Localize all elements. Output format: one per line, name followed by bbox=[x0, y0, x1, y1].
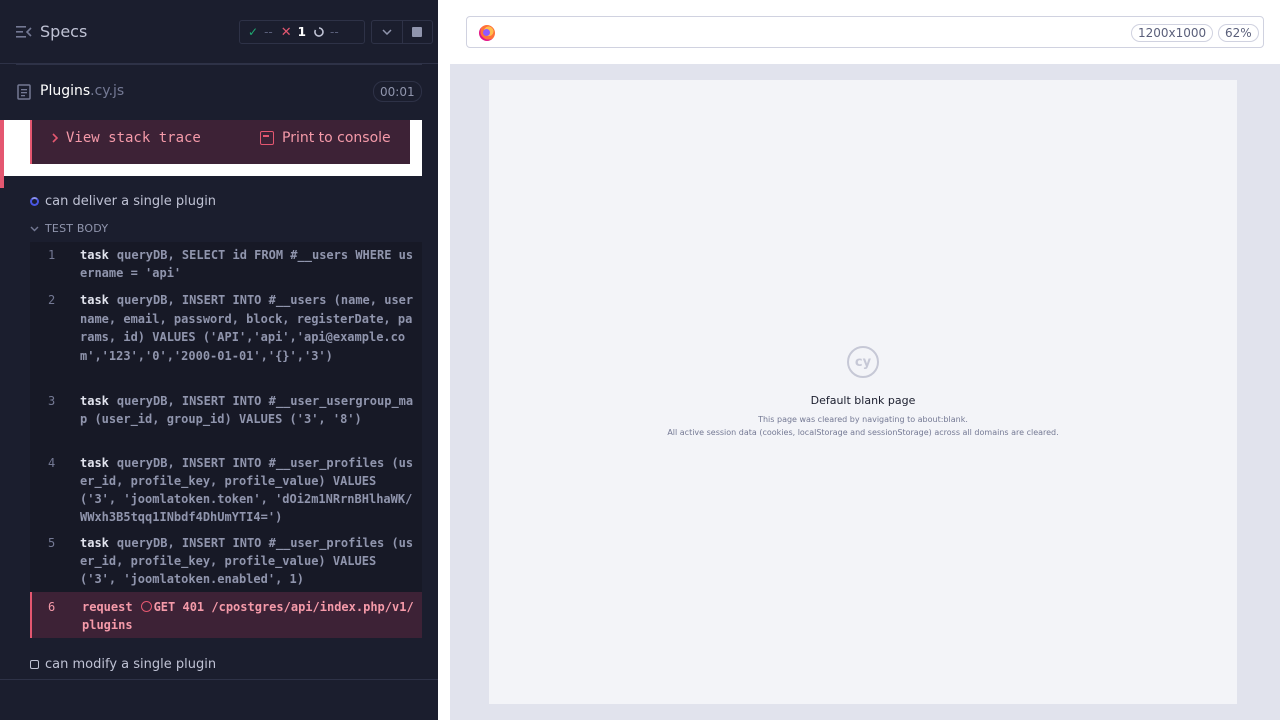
spec-name-base: Plugins bbox=[40, 83, 91, 99]
command-body: task queryDB, INSERT INTO #__user_profile… bbox=[80, 534, 414, 588]
stop-icon bbox=[412, 27, 423, 37]
document-icon bbox=[17, 84, 31, 100]
chevron-down-icon bbox=[30, 226, 39, 231]
command-message: queryDB, INSERT INTO #__users (name, use… bbox=[80, 293, 414, 363]
specs-label: Specs bbox=[40, 22, 88, 41]
aut-iframe: cy Default blank page This page was clea… bbox=[489, 80, 1237, 704]
command-body: task queryDB, INSERT INTO #__user_usergro… bbox=[80, 392, 414, 446]
failed-count: 1 bbox=[297, 25, 306, 39]
check-icon: ✓ bbox=[248, 25, 259, 39]
command-number: 3 bbox=[48, 394, 56, 408]
command-message: queryDB, INSERT INTO #__user_profiles (u… bbox=[80, 456, 414, 524]
command-row[interactable]: 1 task queryDB, SELECT id FROM #__users W… bbox=[30, 242, 422, 287]
cypress-logo-icon: cy bbox=[847, 346, 879, 378]
pending-count: -- bbox=[330, 25, 339, 39]
test-title-text: can modify a single plugin bbox=[45, 657, 217, 672]
chevron-right-icon bbox=[52, 133, 58, 143]
command-body: task queryDB, INSERT INTO #__user_profile… bbox=[80, 454, 414, 526]
blank-page-line: This page was cleared by navigating to a… bbox=[758, 415, 968, 424]
stack-trace-label: View stack trace bbox=[66, 130, 201, 146]
spinner-icon bbox=[314, 27, 324, 37]
command-row[interactable]: 2 task queryDB, INSERT INTO #__users (nam… bbox=[30, 287, 422, 388]
command-body: task queryDB, SELECT id FROM #__users WHE… bbox=[80, 246, 414, 283]
test-title-pending[interactable]: can modify a single plugin bbox=[30, 657, 216, 672]
passed-stat: ✓ -- bbox=[248, 25, 273, 39]
test-body-toggle[interactable]: TEST BODY bbox=[30, 222, 108, 235]
command-number: 6 bbox=[48, 600, 56, 614]
resize-handle[interactable] bbox=[438, 0, 450, 720]
specs-toggle-button[interactable]: Specs bbox=[16, 22, 87, 41]
command-name: task bbox=[80, 293, 109, 307]
reporter-header: Specs ✓ -- ✕ 1 -- bbox=[0, 0, 438, 64]
test-title-running[interactable]: can deliver a single plugin bbox=[30, 194, 216, 209]
command-message: queryDB, INSERT INTO #__user_profiles (u… bbox=[80, 536, 414, 586]
test-title-text: can deliver a single plugin bbox=[45, 194, 217, 209]
command-name: task bbox=[80, 248, 109, 262]
stop-button[interactable] bbox=[401, 21, 432, 43]
command-row[interactable]: 5 task queryDB, INSERT INTO #__user_profi… bbox=[30, 530, 422, 592]
command-name: task bbox=[80, 536, 109, 550]
running-icon bbox=[30, 197, 39, 206]
command-row-failed[interactable]: 6 request GET 401 /cpostgres/api/index.ph… bbox=[30, 592, 422, 638]
command-name: task bbox=[80, 456, 109, 470]
reporter-panel: Specs ✓ -- ✕ 1 -- Plugins.cy.js 00:01 Vi… bbox=[0, 0, 438, 720]
divider bbox=[16, 64, 422, 65]
error-actions: View stack trace Print to console bbox=[30, 120, 410, 164]
x-icon: ✕ bbox=[280, 24, 292, 40]
command-body: request GET 401 /cpostgres/api/index.php/… bbox=[82, 598, 414, 634]
command-row[interactable]: 4 task queryDB, INSERT INTO #__user_profi… bbox=[30, 450, 422, 530]
spec-name-ext: .cy.js bbox=[90, 83, 125, 99]
blank-page-line: All active session data (cookies, localS… bbox=[667, 428, 1059, 437]
command-number: 4 bbox=[48, 456, 56, 470]
expand-button[interactable] bbox=[372, 21, 402, 43]
command-message: queryDB, SELECT id FROM #__users WHERE u… bbox=[80, 248, 414, 280]
run-controls bbox=[371, 20, 433, 44]
command-number: 2 bbox=[48, 293, 56, 307]
error-indicator bbox=[0, 120, 4, 188]
divider bbox=[0, 679, 438, 680]
command-body: task queryDB, INSERT INTO #__users (name,… bbox=[80, 291, 414, 384]
test-body-label: TEST BODY bbox=[45, 222, 109, 235]
command-name: request bbox=[82, 600, 133, 614]
failed-stat: ✕ 1 bbox=[281, 25, 306, 40]
chevron-down-icon bbox=[382, 29, 392, 35]
zoom-badge[interactable]: 62% bbox=[1218, 24, 1259, 42]
command-row[interactable]: 3 task queryDB, INSERT INTO #__user_userg… bbox=[30, 388, 422, 450]
console-icon bbox=[260, 131, 274, 145]
app-under-test-panel: 1200x1000 62% cy Default blank page This… bbox=[450, 0, 1280, 720]
test-stats: ✓ -- ✕ 1 -- bbox=[239, 20, 365, 44]
command-message: queryDB, INSERT INTO #__user_usergroup_m… bbox=[80, 394, 414, 426]
command-number: 5 bbox=[48, 536, 56, 550]
aut-header: 1200x1000 62% bbox=[450, 0, 1280, 64]
print-console-label: Print to console bbox=[282, 130, 391, 146]
pending-stat: -- bbox=[314, 25, 339, 39]
passed-count: -- bbox=[264, 25, 273, 39]
pending-icon bbox=[30, 660, 39, 669]
blank-page-title: Default blank page bbox=[810, 394, 916, 407]
view-stack-trace-button[interactable]: View stack trace bbox=[52, 130, 201, 146]
failed-request-icon bbox=[140, 601, 152, 612]
spec-file-name: Plugins.cy.js bbox=[40, 83, 124, 99]
command-name: task bbox=[80, 394, 109, 408]
command-number: 1 bbox=[48, 248, 56, 262]
viewport-size-badge[interactable]: 1200x1000 bbox=[1131, 24, 1214, 42]
command-log: 1 task queryDB, SELECT id FROM #__users W… bbox=[30, 242, 422, 638]
menu-collapse-icon bbox=[16, 25, 32, 38]
firefox-icon[interactable] bbox=[479, 25, 495, 41]
url-bar[interactable]: 1200x1000 62% bbox=[466, 16, 1264, 48]
spec-duration: 00:01 bbox=[373, 81, 422, 102]
print-to-console-button[interactable]: Print to console bbox=[260, 130, 391, 146]
blank-page-description: This page was cleared by navigating to a… bbox=[489, 413, 1237, 439]
